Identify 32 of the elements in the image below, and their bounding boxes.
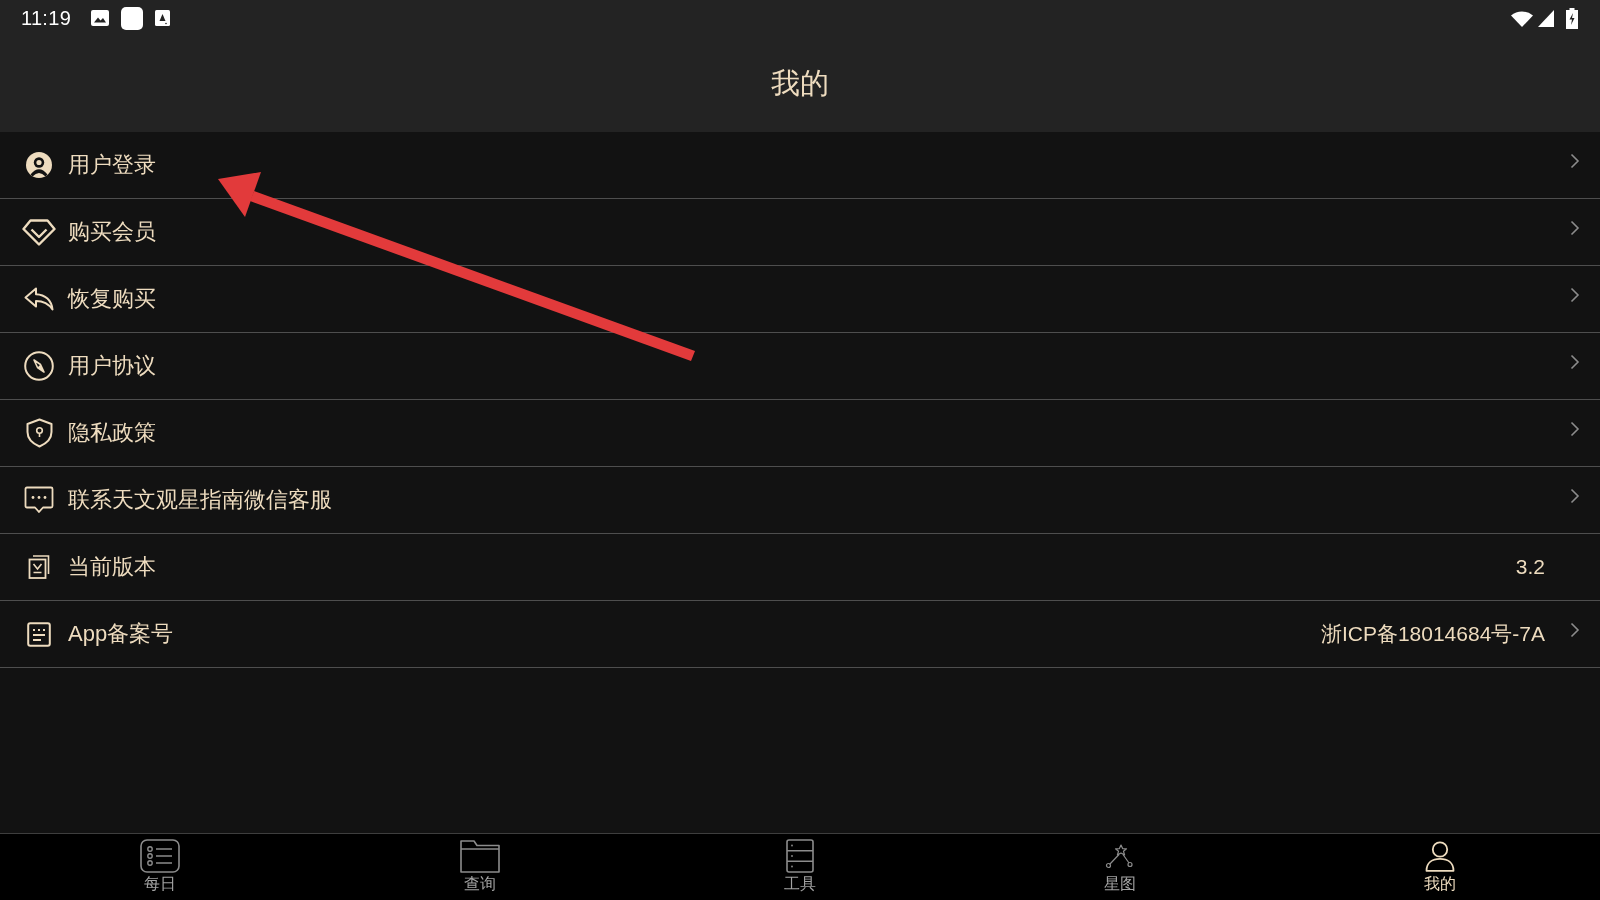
signal-icon (1538, 9, 1554, 27)
status-time: 11:19 (21, 6, 72, 30)
battery-icon (1566, 7, 1578, 29)
nav-tab[interactable]: 每日 (0, 834, 320, 900)
diamond-icon (22, 218, 56, 246)
compass-icon (24, 351, 54, 381)
app-icon (121, 6, 144, 30)
person-icon (1425, 840, 1455, 872)
nav-tab[interactable]: 我的 (1280, 834, 1600, 900)
nav-tab[interactable]: 星图 (960, 834, 1280, 900)
list-icon (140, 839, 180, 873)
chat-bubble-icon (24, 486, 54, 514)
reply-arrow-icon (24, 287, 54, 311)
menu-item[interactable]: 当前版本 3.2 (0, 534, 1600, 601)
menu-item[interactable]: 联系天文观星指南微信客服 (0, 467, 1600, 534)
menu-item[interactable]: 隐私政策 (0, 400, 1600, 467)
document-check-icon (28, 555, 50, 579)
row-value: 3.2 (1515, 555, 1545, 579)
user-circle-icon (25, 151, 53, 179)
drawers-icon (786, 839, 814, 873)
document-list-icon (27, 621, 51, 647)
menu-item[interactable]: App备案号 浙ICP备18014684号-7A (0, 601, 1600, 668)
wifi-icon (1511, 9, 1533, 27)
row-value: 浙ICP备18014684号-7A (1320, 621, 1545, 647)
nav-tab[interactable]: 工具 (640, 834, 960, 900)
app-notification-icon (155, 10, 171, 26)
nav-tab[interactable]: 查询 (320, 834, 640, 900)
constellation-icon (1105, 843, 1135, 869)
page-title: 我的 (771, 66, 829, 101)
folder-icon (460, 839, 500, 873)
shield-lock-icon (25, 418, 53, 448)
image-icon (91, 10, 110, 26)
